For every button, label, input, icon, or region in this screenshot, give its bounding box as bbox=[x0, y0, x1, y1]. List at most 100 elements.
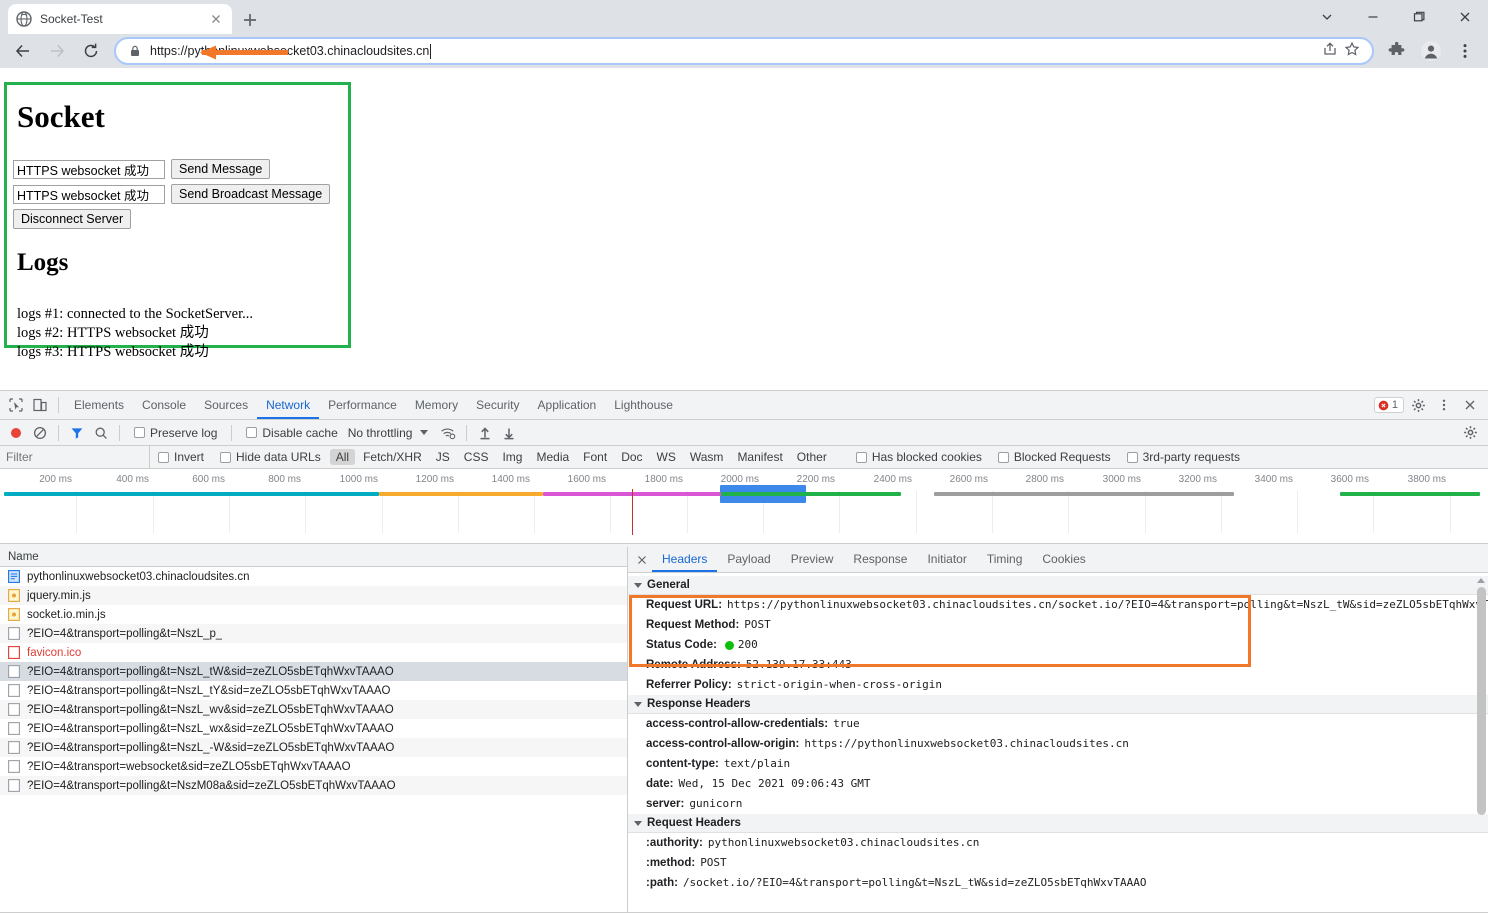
clear-no-entry-icon[interactable] bbox=[28, 421, 52, 445]
section-header[interactable]: General bbox=[628, 576, 1488, 595]
tab-application[interactable]: Application bbox=[529, 391, 606, 419]
download-arrow-icon[interactable] bbox=[497, 421, 521, 445]
tab-performance[interactable]: Performance bbox=[319, 391, 406, 419]
filter-type-manifest[interactable]: Manifest bbox=[731, 449, 788, 465]
generic-icon bbox=[8, 684, 20, 697]
error-count-badge[interactable]: 1 bbox=[1373, 397, 1404, 413]
three-dots-vertical-icon[interactable] bbox=[1432, 393, 1456, 417]
chevron-down-icon[interactable] bbox=[1304, 0, 1350, 34]
filter-type-fetch-xhr[interactable]: Fetch/XHR bbox=[357, 449, 428, 465]
table-row[interactable]: ?EIO=4&transport=polling&t=NszM08a&sid=z… bbox=[0, 776, 627, 795]
upload-arrow-icon[interactable] bbox=[473, 421, 497, 445]
share-icon[interactable] bbox=[1322, 41, 1338, 62]
header-row: Request Method: POST bbox=[628, 615, 1488, 635]
tab-sources[interactable]: Sources bbox=[195, 391, 257, 419]
details-tab-cookies[interactable]: Cookies bbox=[1032, 547, 1095, 572]
message-input-2[interactable] bbox=[13, 184, 165, 204]
tab-elements[interactable]: Elements bbox=[65, 391, 133, 419]
table-row[interactable]: ?EIO=4&transport=polling&t=NszL_wx&sid=z… bbox=[0, 719, 627, 738]
close-icon[interactable] bbox=[1442, 0, 1488, 34]
maximize-icon[interactable] bbox=[1396, 0, 1442, 34]
tab-lighthouse[interactable]: Lighthouse bbox=[605, 391, 682, 419]
tab-console[interactable]: Console bbox=[133, 391, 195, 419]
gear-icon[interactable] bbox=[1406, 393, 1430, 417]
document-icon bbox=[8, 570, 20, 583]
close-icon[interactable] bbox=[632, 550, 652, 570]
details-tab-headers[interactable]: Headers bbox=[652, 547, 718, 572]
logs-title: Logs bbox=[17, 249, 69, 276]
puzzle-icon[interactable] bbox=[1383, 37, 1411, 65]
table-row[interactable]: ?EIO=4&transport=polling&t=NszL_tW&sid=z… bbox=[0, 662, 627, 681]
filter-type-js[interactable]: JS bbox=[430, 449, 456, 465]
scroll-up-icon[interactable] bbox=[1475, 575, 1487, 586]
network-overview-timeline[interactable]: 200 ms 400 ms 600 ms 800 ms 1000 ms 1200 ms 14… bbox=[0, 469, 1488, 544]
record-circle-icon[interactable] bbox=[4, 421, 28, 445]
disable-cache-checkbox[interactable]: Disable cache bbox=[238, 426, 345, 440]
filter-type-img[interactable]: Img bbox=[496, 449, 528, 465]
arrow-right-icon[interactable] bbox=[43, 37, 71, 65]
table-row[interactable]: ?EIO=4&transport=polling&t=NszL_-W&sid=z… bbox=[0, 738, 627, 757]
close-icon[interactable] bbox=[208, 11, 224, 27]
filter-type-doc[interactable]: Doc bbox=[615, 449, 648, 465]
address-bar[interactable]: https://pythonlinuxwebsocket03.chinaclou… bbox=[114, 37, 1374, 65]
filter-type-font[interactable]: Font bbox=[577, 449, 613, 465]
funnel-icon[interactable] bbox=[65, 421, 89, 445]
tab-security[interactable]: Security bbox=[467, 391, 528, 419]
details-tab-response[interactable]: Response bbox=[843, 547, 917, 572]
invert-checkbox[interactable]: Invert bbox=[150, 450, 212, 464]
close-icon[interactable] bbox=[1458, 393, 1482, 417]
wifi-settings-icon[interactable] bbox=[436, 421, 460, 445]
table-row[interactable]: ?EIO=4&transport=polling&t=NszL_tY&sid=z… bbox=[0, 681, 627, 700]
details-tab-timing[interactable]: Timing bbox=[977, 547, 1033, 572]
tab-network[interactable]: Network bbox=[257, 391, 320, 419]
chevron-down-icon[interactable] bbox=[420, 430, 429, 435]
message-input-1[interactable] bbox=[13, 159, 165, 179]
throttling-select[interactable]: No throttling bbox=[346, 426, 413, 440]
details-tab-payload[interactable]: Payload bbox=[717, 547, 780, 572]
filter-type-media[interactable]: Media bbox=[530, 449, 575, 465]
section-header[interactable]: Request Headers bbox=[628, 814, 1488, 833]
search-icon[interactable] bbox=[89, 421, 113, 445]
filter-type-other[interactable]: Other bbox=[791, 449, 833, 465]
filter-type-all[interactable]: All bbox=[329, 449, 356, 465]
generic-icon bbox=[8, 703, 20, 716]
divider bbox=[231, 424, 233, 441]
new-tab-button[interactable] bbox=[238, 8, 262, 32]
details-tab-initiator[interactable]: Initiator bbox=[917, 547, 976, 572]
tab-memory[interactable]: Memory bbox=[406, 391, 467, 419]
reload-icon[interactable] bbox=[77, 37, 105, 65]
table-row[interactable]: jquery.min.js bbox=[0, 586, 627, 605]
arrow-left-icon[interactable] bbox=[9, 37, 37, 65]
has-blocked-cookies-checkbox[interactable]: Has blocked cookies bbox=[848, 450, 990, 464]
preserve-log-checkbox[interactable]: Preserve log bbox=[126, 426, 225, 440]
table-row[interactable]: socket.io.min.js bbox=[0, 605, 627, 624]
details-tab-preview[interactable]: Preview bbox=[781, 547, 844, 572]
third-party-requests-checkbox[interactable]: 3rd-party requests bbox=[1119, 450, 1248, 464]
gear-icon[interactable] bbox=[1458, 421, 1482, 445]
hide-data-urls-checkbox[interactable]: Hide data URLs bbox=[212, 450, 329, 464]
send-broadcast-button[interactable]: Send Broadcast Message bbox=[171, 184, 331, 204]
table-row[interactable]: pythonlinuxwebsocket03.chinacloudsites.c… bbox=[0, 567, 627, 586]
person-icon[interactable] bbox=[1417, 37, 1445, 65]
details-scrollbar[interactable] bbox=[1477, 587, 1486, 815]
filter-type-ws[interactable]: WS bbox=[651, 449, 682, 465]
browser-tab[interactable]: Socket-Test bbox=[8, 4, 232, 34]
table-row[interactable]: ?EIO=4&transport=polling&t=NszL_p_ bbox=[0, 624, 627, 643]
blocked-requests-checkbox[interactable]: Blocked Requests bbox=[990, 450, 1119, 464]
invert-label: Invert bbox=[174, 450, 205, 464]
request-list[interactable]: Name pythonlinuxwebsocket03.chinacloudsi… bbox=[0, 547, 628, 913]
table-row[interactable]: ?EIO=4&transport=websocket&sid=zeZLO5sbE… bbox=[0, 757, 627, 776]
inspect-element-icon[interactable] bbox=[4, 393, 28, 417]
disconnect-server-button[interactable]: Disconnect Server bbox=[13, 209, 132, 229]
filter-input[interactable] bbox=[0, 446, 150, 468]
minimize-icon[interactable] bbox=[1350, 0, 1396, 34]
table-row[interactable]: favicon.ico bbox=[0, 643, 627, 662]
filter-type-wasm[interactable]: Wasm bbox=[684, 449, 730, 465]
section-header[interactable]: Response Headers bbox=[628, 695, 1488, 714]
star-icon[interactable] bbox=[1344, 41, 1360, 62]
table-row[interactable]: ?EIO=4&transport=polling&t=NszL_wv&sid=z… bbox=[0, 700, 627, 719]
filter-type-css[interactable]: CSS bbox=[458, 449, 495, 465]
three-dots-icon[interactable] bbox=[1451, 37, 1479, 65]
device-toolbar-icon[interactable] bbox=[28, 393, 52, 417]
send-message-button[interactable]: Send Message bbox=[171, 159, 271, 179]
